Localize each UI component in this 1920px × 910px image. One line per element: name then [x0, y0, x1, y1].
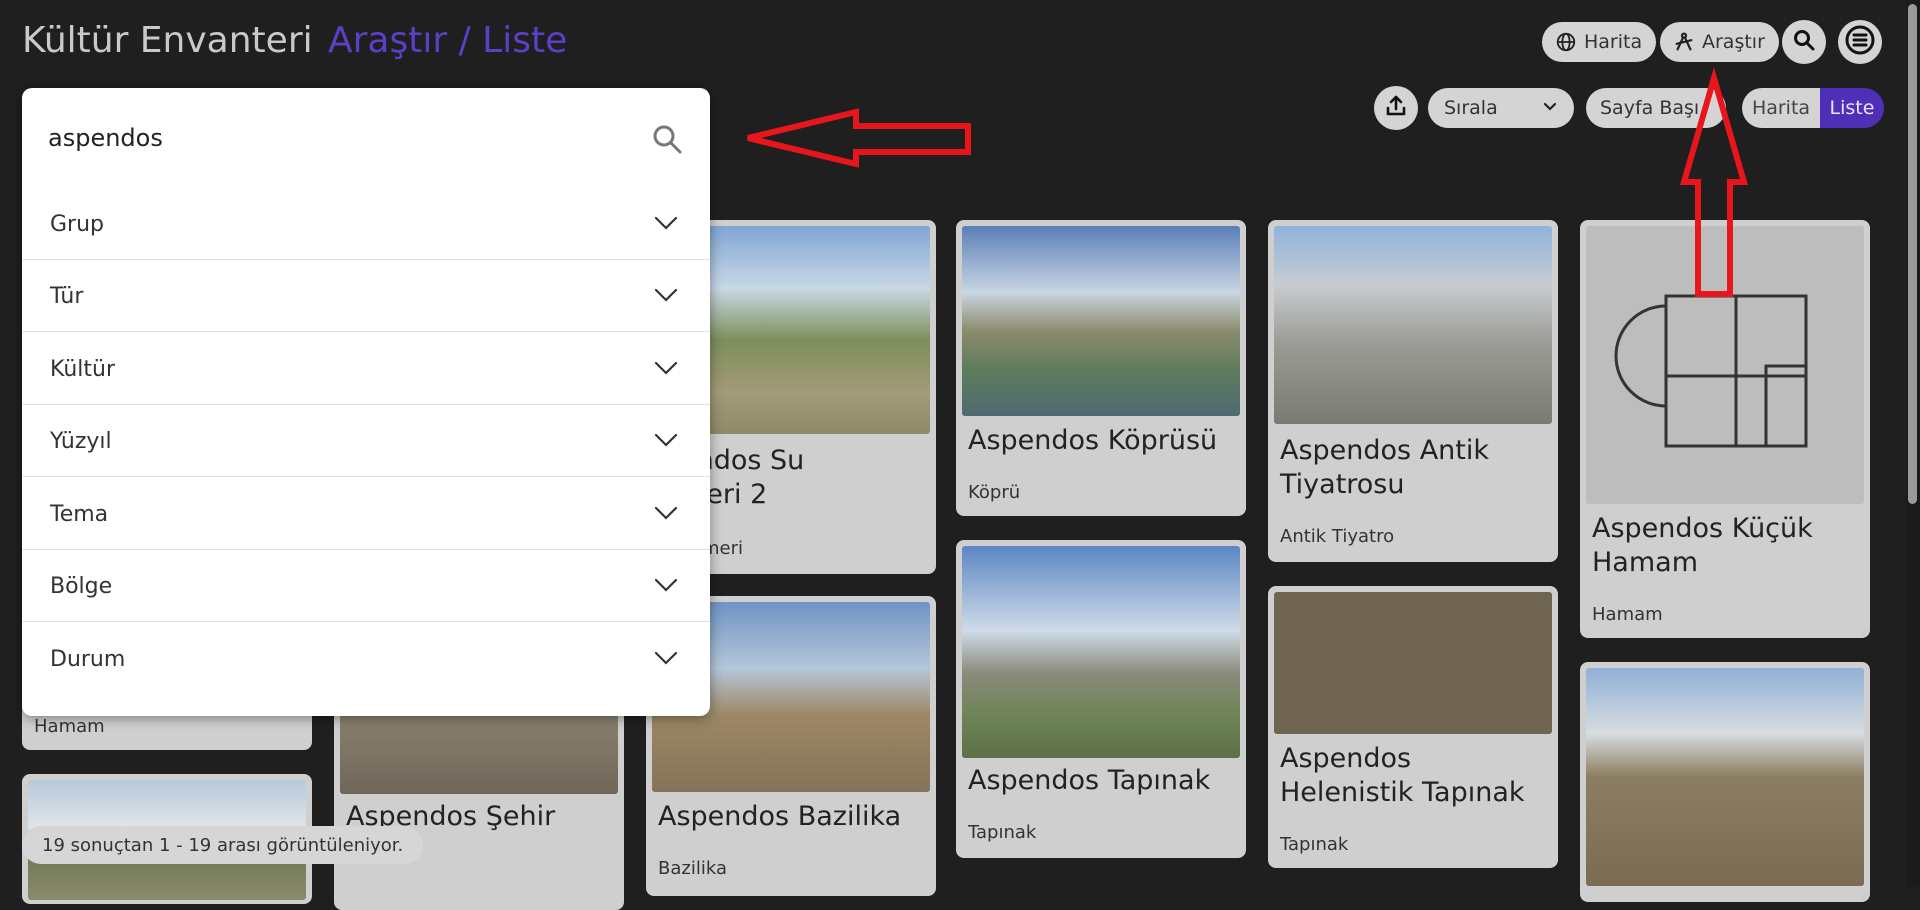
top-bar: Kültür Envanteri Araştır / Liste Harita … — [0, 0, 1920, 86]
page-size-label: Sayfa Başı — [1600, 97, 1700, 119]
filter-label: Grup — [50, 212, 105, 237]
globe-icon — [1554, 30, 1578, 54]
card-type: Köprü — [968, 482, 1021, 503]
filter-label: Durum — [50, 647, 126, 672]
menu-button[interactable] — [1838, 20, 1882, 64]
chevron-down-icon — [654, 576, 678, 598]
card-title: Aspendos Antik Tiyatrosu — [1280, 435, 1490, 500]
card-type: Antik Tiyatro — [1280, 526, 1395, 547]
compass-tool-icon — [1672, 30, 1696, 54]
card-type: Bazilika — [658, 858, 727, 879]
explore-button-label: Araştır — [1702, 31, 1765, 53]
card-image — [1274, 226, 1552, 424]
card-title: Aspendos Küçük Hamam — [1592, 513, 1813, 578]
search-icon[interactable] — [650, 122, 684, 160]
breadcrumb[interactable]: Araştır / Liste — [328, 20, 567, 61]
filter-label: Yüzyıl — [50, 429, 112, 454]
view-toggle: Harita Liste — [1742, 88, 1884, 128]
filter-label: Tür — [50, 284, 84, 309]
view-list-button[interactable]: Liste — [1820, 88, 1884, 128]
card-image — [1586, 226, 1864, 504]
chevron-down-icon — [1542, 97, 1558, 119]
card-image — [1274, 592, 1552, 734]
filter-group[interactable]: Grup — [22, 188, 710, 260]
result-card[interactable]: Aspendos Küçük Hamam Hamam — [1580, 220, 1870, 638]
card-type: Hamam — [1592, 604, 1663, 625]
chevron-down-icon — [654, 286, 678, 308]
filter-century[interactable]: Yüzyıl — [22, 405, 710, 477]
filter-label: Bölge — [50, 574, 113, 599]
filter-culture[interactable]: Kültür — [22, 333, 710, 405]
chevron-down-icon — [654, 214, 678, 236]
left-arrow-annotation — [747, 108, 971, 168]
filter-label: Kültür — [50, 357, 116, 382]
sort-select[interactable]: Sırala — [1428, 88, 1574, 128]
result-card[interactable]: Aspendos Helenistik Tapınak Tapınak — [1268, 586, 1558, 868]
filter-region[interactable]: Bölge — [22, 550, 710, 622]
card-title: Aspendos Tapınak — [968, 765, 1211, 796]
explore-button[interactable]: Araştır — [1660, 22, 1779, 62]
card-title: Aspendos Köprüsü — [968, 425, 1218, 456]
result-card[interactable]: Aspendos Tapınak Tapınak — [956, 540, 1246, 858]
results-status: 19 sonuçtan 1 - 19 arası görüntüleniyor. — [22, 826, 424, 864]
map-button[interactable]: Harita — [1542, 22, 1657, 62]
sort-label: Sırala — [1444, 97, 1498, 119]
chevron-down-icon — [654, 649, 678, 671]
card-title: Aspendos Bazilika — [658, 801, 902, 832]
page-size-select[interactable]: Sayfa Başı — [1586, 88, 1726, 128]
search-icon — [1792, 28, 1816, 56]
view-map-button[interactable]: Harita — [1742, 88, 1820, 128]
hamburger-icon — [1845, 25, 1875, 59]
chevron-down-icon — [654, 431, 678, 453]
map-button-label: Harita — [1584, 31, 1643, 53]
card-type: Tapınak — [968, 822, 1037, 843]
card-image — [1586, 668, 1864, 886]
filter-status[interactable]: Durum — [22, 623, 710, 695]
search-button[interactable] — [1782, 20, 1826, 64]
upload-icon — [1383, 93, 1409, 123]
card-title: Aspendos Helenistik Tapınak — [1280, 743, 1525, 808]
chevron-down-icon — [654, 359, 678, 381]
search-input[interactable]: aspendos — [48, 124, 163, 152]
result-card[interactable]: Aspendos Köprüsü Köprü — [956, 220, 1246, 516]
scrollbar-thumb[interactable] — [1908, 4, 1917, 504]
search-filter-panel: aspendos Grup Tür Kültür Yüzyıl Tema Böl… — [22, 88, 710, 716]
export-button[interactable] — [1374, 86, 1418, 130]
card-image — [962, 226, 1240, 416]
app-title[interactable]: Kültür Envanteri — [22, 20, 313, 61]
card-image — [962, 546, 1240, 758]
card-type: Tapınak — [1280, 834, 1349, 855]
filter-label: Tema — [50, 502, 109, 527]
filter-theme[interactable]: Tema — [22, 478, 710, 550]
result-card[interactable] — [1580, 662, 1870, 902]
floor-plan-drawing — [1614, 294, 1808, 448]
filter-type[interactable]: Tür — [22, 260, 710, 332]
chevron-down-icon — [654, 504, 678, 526]
card-type: Hamam — [34, 716, 105, 737]
result-card[interactable]: Aspendos Antik Tiyatrosu Antik Tiyatro — [1268, 220, 1558, 562]
